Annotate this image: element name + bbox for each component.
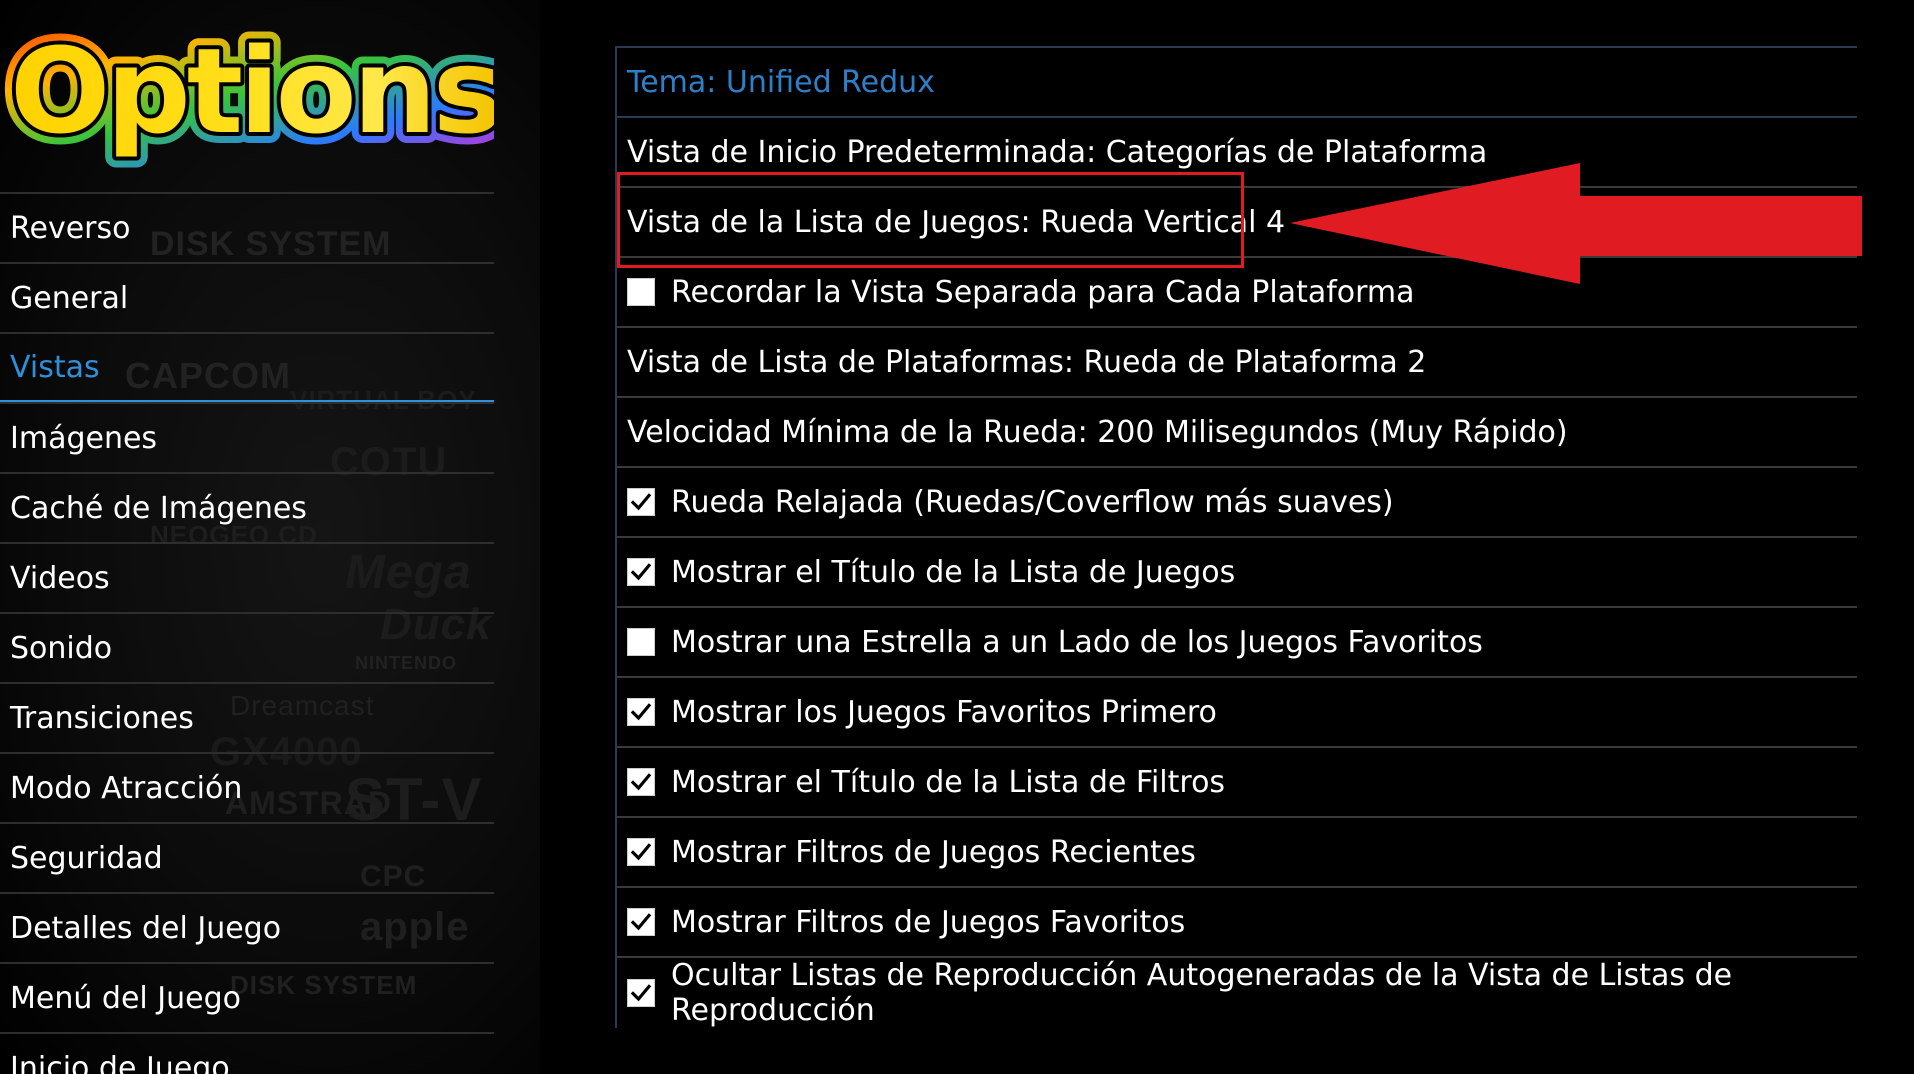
sidebar-item-modo-atraccion[interactable]: Modo Atracción	[0, 752, 494, 822]
checkmark-icon	[630, 843, 652, 861]
checkbox-unchecked[interactable]	[627, 628, 655, 656]
option-row[interactable]: Mostrar los Juegos Favoritos Primero	[617, 678, 1857, 748]
option-label: Velocidad Mínima de la Rueda: 200 Milise…	[627, 414, 1568, 450]
svg-text:Options: Options	[10, 22, 494, 160]
checkbox-checked[interactable]	[627, 838, 655, 866]
option-label: Ocultar Listas de Reproducción Autogener…	[671, 958, 1733, 1028]
option-row[interactable]: Vista de Lista de Plataformas: Rueda de …	[617, 328, 1857, 398]
option-row[interactable]: Ocultar Listas de Reproducción Autogener…	[617, 958, 1857, 1028]
option-row[interactable]: Recordar la Vista Separada para Cada Pla…	[617, 258, 1857, 328]
option-label: Mostrar Filtros de Juegos Favoritos	[671, 904, 1186, 940]
sidebar-item-label: Sonido	[10, 630, 113, 666]
checkbox-checked[interactable]	[627, 979, 655, 1007]
checkbox-unchecked[interactable]	[627, 278, 655, 306]
sidebar-item-reverso[interactable]: Reverso	[0, 192, 494, 262]
sidebar-item-cache-imagenes[interactable]: Caché de Imágenes	[0, 472, 494, 542]
sidebar-item-label: Videos	[10, 560, 110, 596]
sidebar-item-menu-juego[interactable]: Menú del Juego	[0, 962, 494, 1032]
option-row[interactable]: Mostrar el Título de la Lista de Filtros	[617, 748, 1857, 818]
option-row-highlighted[interactable]: Vista de la Lista de Juegos: Rueda Verti…	[617, 188, 1857, 258]
option-label: Mostrar el Título de la Lista de Juegos	[671, 554, 1236, 590]
checkmark-icon	[630, 984, 652, 1002]
sidebar-item-label: Vistas	[10, 349, 100, 385]
option-row[interactable]: Velocidad Mínima de la Rueda: 200 Milise…	[617, 398, 1857, 468]
option-row[interactable]: Vista de Inicio Predeterminada: Categorí…	[617, 118, 1857, 188]
sidebar-item-inicio-juego[interactable]: Inicio de Juego	[0, 1032, 494, 1074]
option-row[interactable]: Mostrar una Estrella a un Lado de los Ju…	[617, 608, 1857, 678]
option-label: Mostrar Filtros de Juegos Recientes	[671, 834, 1196, 870]
checkmark-icon	[630, 563, 652, 581]
option-label: Vista de la Lista de Juegos: Rueda Verti…	[627, 204, 1286, 240]
sidebar-item-label: Modo Atracción	[10, 770, 243, 806]
option-label: Mostrar el Título de la Lista de Filtros	[671, 764, 1226, 800]
option-label: Mostrar los Juegos Favoritos Primero	[671, 694, 1217, 730]
option-label: Recordar la Vista Separada para Cada Pla…	[671, 274, 1415, 310]
sidebar-item-label: Transiciones	[10, 700, 194, 736]
sidebar-item-seguridad[interactable]: Seguridad	[0, 822, 494, 892]
sidebar-item-label: Detalles del Juego	[10, 910, 282, 946]
sidebar-item-label: General	[10, 280, 129, 316]
sidebar-item-label: Inicio de Juego	[10, 1050, 230, 1074]
checkbox-checked[interactable]	[627, 908, 655, 936]
checkbox-checked[interactable]	[627, 488, 655, 516]
option-row[interactable]: Rueda Relajada (Ruedas/Coverflow más sua…	[617, 468, 1857, 538]
sidebar-item-label: Seguridad	[10, 840, 163, 876]
options-list: Tema: Unified Redux Vista de Inicio Pred…	[615, 46, 1857, 1028]
option-label: Vista de Inicio Predeterminada: Categorí…	[627, 134, 1488, 170]
sidebar-panel: DISK SYSTEM CAPCOM VIRTUAL BOY COTU NEOG…	[0, 0, 540, 1074]
option-row[interactable]: Mostrar el Título de la Lista de Juegos	[617, 538, 1857, 608]
option-label: Vista de Lista de Plataformas: Rueda de …	[627, 344, 1427, 380]
sidebar-item-transiciones[interactable]: Transiciones	[0, 682, 494, 752]
sidebar-item-imagenes[interactable]: Imágenes	[0, 402, 494, 472]
options-logo-graphic: Options Options Options	[0, 11, 514, 171]
sidebar-item-label: Imágenes	[10, 420, 158, 456]
sidebar-item-label: Menú del Juego	[10, 980, 241, 1016]
options-screen: DISK SYSTEM CAPCOM VIRTUAL BOY COTU NEOG…	[0, 0, 1914, 1074]
sidebar-item-general[interactable]: General	[0, 262, 494, 332]
checkmark-icon	[630, 913, 652, 931]
option-label: Mostrar una Estrella a un Lado de los Ju…	[671, 624, 1483, 660]
checkmark-icon	[630, 773, 652, 791]
sidebar-item-label: Reverso	[10, 210, 131, 246]
options-logo: Options Options Options	[0, 11, 514, 174]
sidebar-item-sonido[interactable]: Sonido	[0, 612, 494, 682]
sidebar-menu: Reverso General Vistas Imágenes Caché de…	[0, 192, 494, 1074]
option-label: Tema: Unified Redux	[627, 64, 935, 100]
checkbox-checked[interactable]	[627, 698, 655, 726]
sidebar-item-detalles-juego[interactable]: Detalles del Juego	[0, 892, 494, 962]
checkbox-checked[interactable]	[627, 558, 655, 586]
sidebar-item-videos[interactable]: Videos	[0, 542, 494, 612]
checkmark-icon	[630, 703, 652, 721]
checkbox-checked[interactable]	[627, 768, 655, 796]
option-row[interactable]: Mostrar Filtros de Juegos Favoritos	[617, 888, 1857, 958]
option-label: Rueda Relajada (Ruedas/Coverflow más sua…	[671, 484, 1394, 520]
sidebar-item-vistas[interactable]: Vistas	[0, 332, 494, 402]
theme-option[interactable]: Tema: Unified Redux	[617, 48, 1857, 118]
checkmark-icon	[630, 493, 652, 511]
option-row[interactable]: Mostrar Filtros de Juegos Recientes	[617, 818, 1857, 888]
sidebar-item-label: Caché de Imágenes	[10, 490, 307, 526]
